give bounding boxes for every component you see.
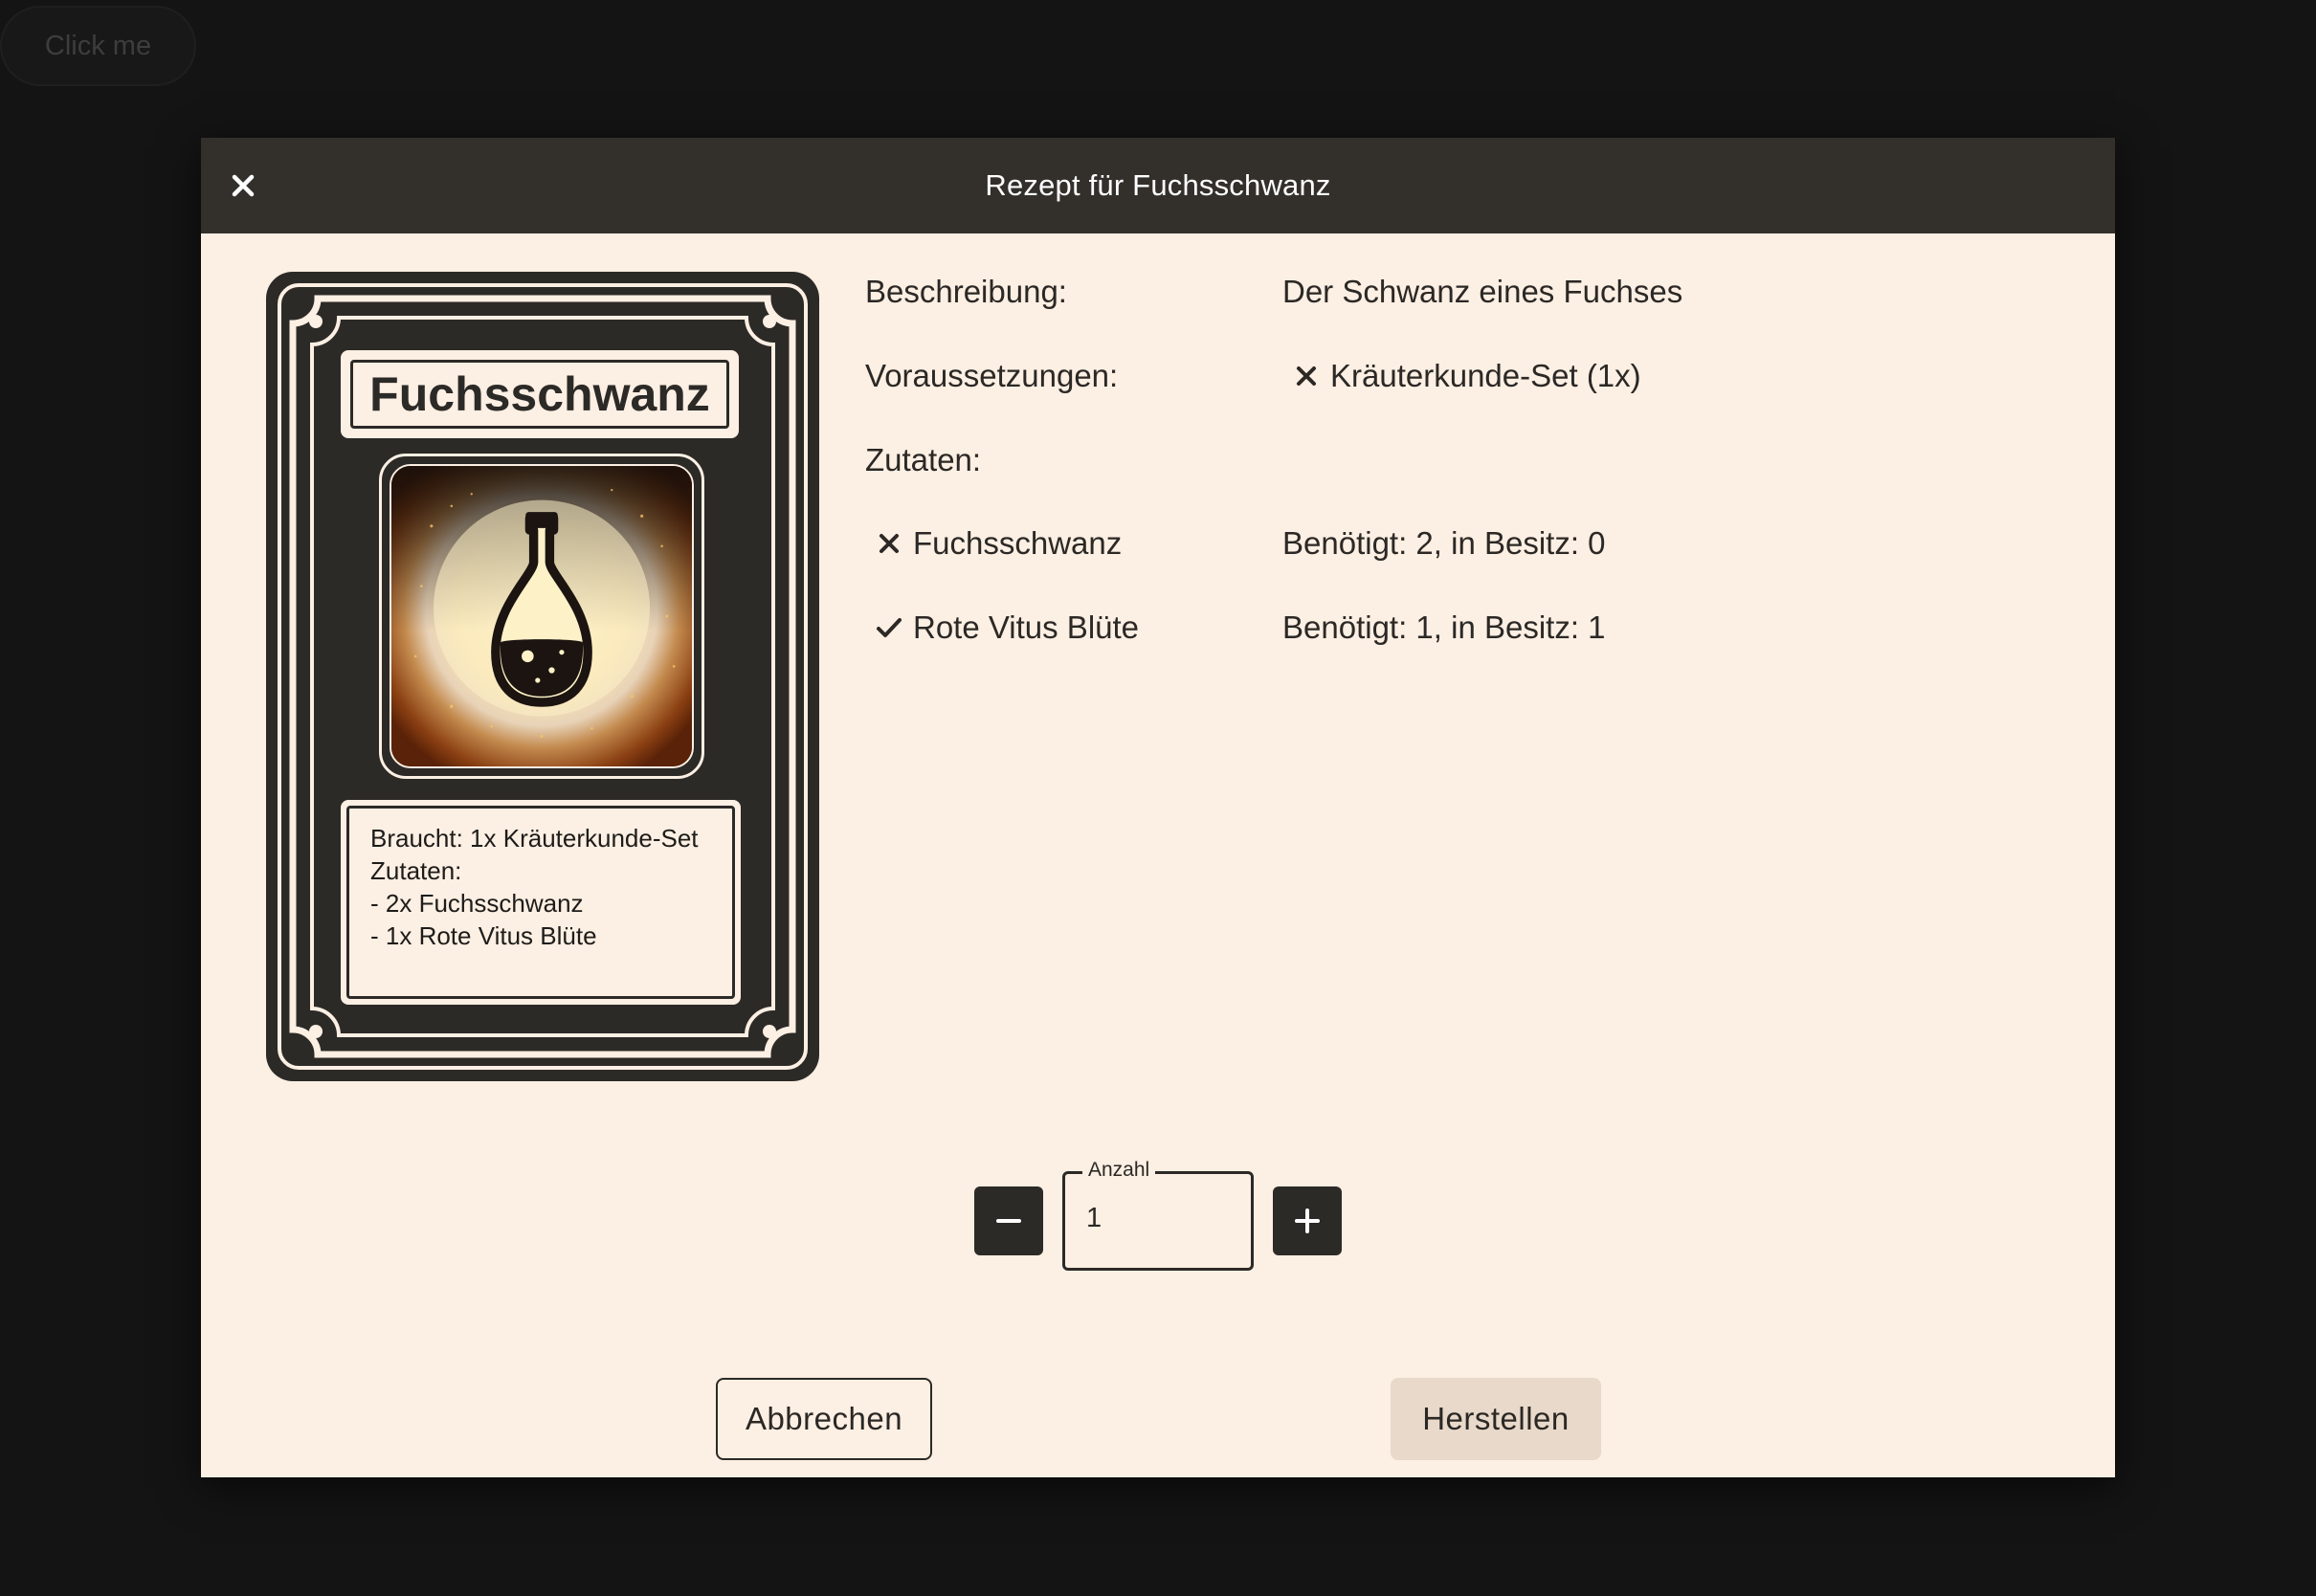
card-title-box: Fuchsschwanz (341, 350, 739, 438)
cross-icon (880, 534, 899, 553)
decrement-button[interactable] (974, 1186, 1043, 1255)
card-text-line: Braucht: 1x Kräuterkunde-Set (370, 824, 699, 853)
close-icon (232, 174, 255, 197)
ingredient-item: Fuchsschwanz (875, 525, 1122, 562)
requirements-label: Voraussetzungen: (865, 358, 1119, 393)
card-text-line: - 2x Fuchsschwanz (370, 889, 584, 918)
ingredient-name: Rote Vitus Blüte (913, 610, 1140, 645)
card-text-line: Zutaten: (370, 856, 462, 885)
requirement-name: Kräuterkunde-Set (1x) (1330, 358, 1641, 393)
quantity-label: Anzahl (1082, 1159, 1156, 1182)
description-value: Der Schwanz eines Fuchses (1282, 274, 1683, 309)
card-title: Fuchsschwanz (350, 360, 729, 429)
ingredients-label: Zutaten: (865, 442, 982, 477)
cross-icon (1297, 366, 1316, 386)
recipe-card: Fuchsschwanz Braucht: 1x Kräuterkunde-Se… (266, 272, 819, 1081)
plus-icon (1295, 1208, 1320, 1233)
increment-button[interactable] (1273, 1186, 1342, 1255)
ingredient-status: Benötigt: 2, in Besitz: 0 (1282, 525, 1606, 561)
cancel-button[interactable]: Abbrechen (716, 1378, 932, 1460)
dialog-title: Rezept für Fuchsschwanz (985, 168, 1331, 202)
minus-icon (996, 1219, 1021, 1223)
potion-bottle-icon (391, 466, 692, 766)
close-button[interactable] (224, 166, 262, 205)
dialog-header: Rezept für Fuchsschwanz (201, 138, 2115, 233)
potion-image (390, 464, 694, 768)
card-image-frame (379, 454, 704, 779)
card-text: Braucht: 1x Kräuterkunde-Set Zutaten: - … (346, 806, 735, 999)
ingredient-name: Fuchsschwanz (913, 525, 1123, 561)
requirement-item: Kräuterkunde-Set (1x) (1292, 358, 1641, 394)
ingredient-status: Benötigt: 1, in Besitz: 1 (1282, 610, 1606, 645)
card-text-box: Braucht: 1x Kräuterkunde-Set Zutaten: - … (341, 800, 741, 1005)
ingredient-item: Rote Vitus Blüte (875, 610, 1139, 646)
description-label: Beschreibung: (865, 274, 1067, 309)
background-click-me-button[interactable]: Click me (0, 6, 196, 86)
recipe-dialog: Rezept für Fuchsschwanz Fuchsschwanz Bra… (201, 138, 2115, 1477)
quantity-input[interactable] (1086, 1203, 1230, 1234)
check-icon (877, 618, 902, 637)
card-text-line: - 1x Rote Vitus Blüte (370, 921, 597, 950)
create-button[interactable]: Herstellen (1391, 1378, 1601, 1460)
quantity-field[interactable]: Anzahl (1062, 1159, 1254, 1271)
